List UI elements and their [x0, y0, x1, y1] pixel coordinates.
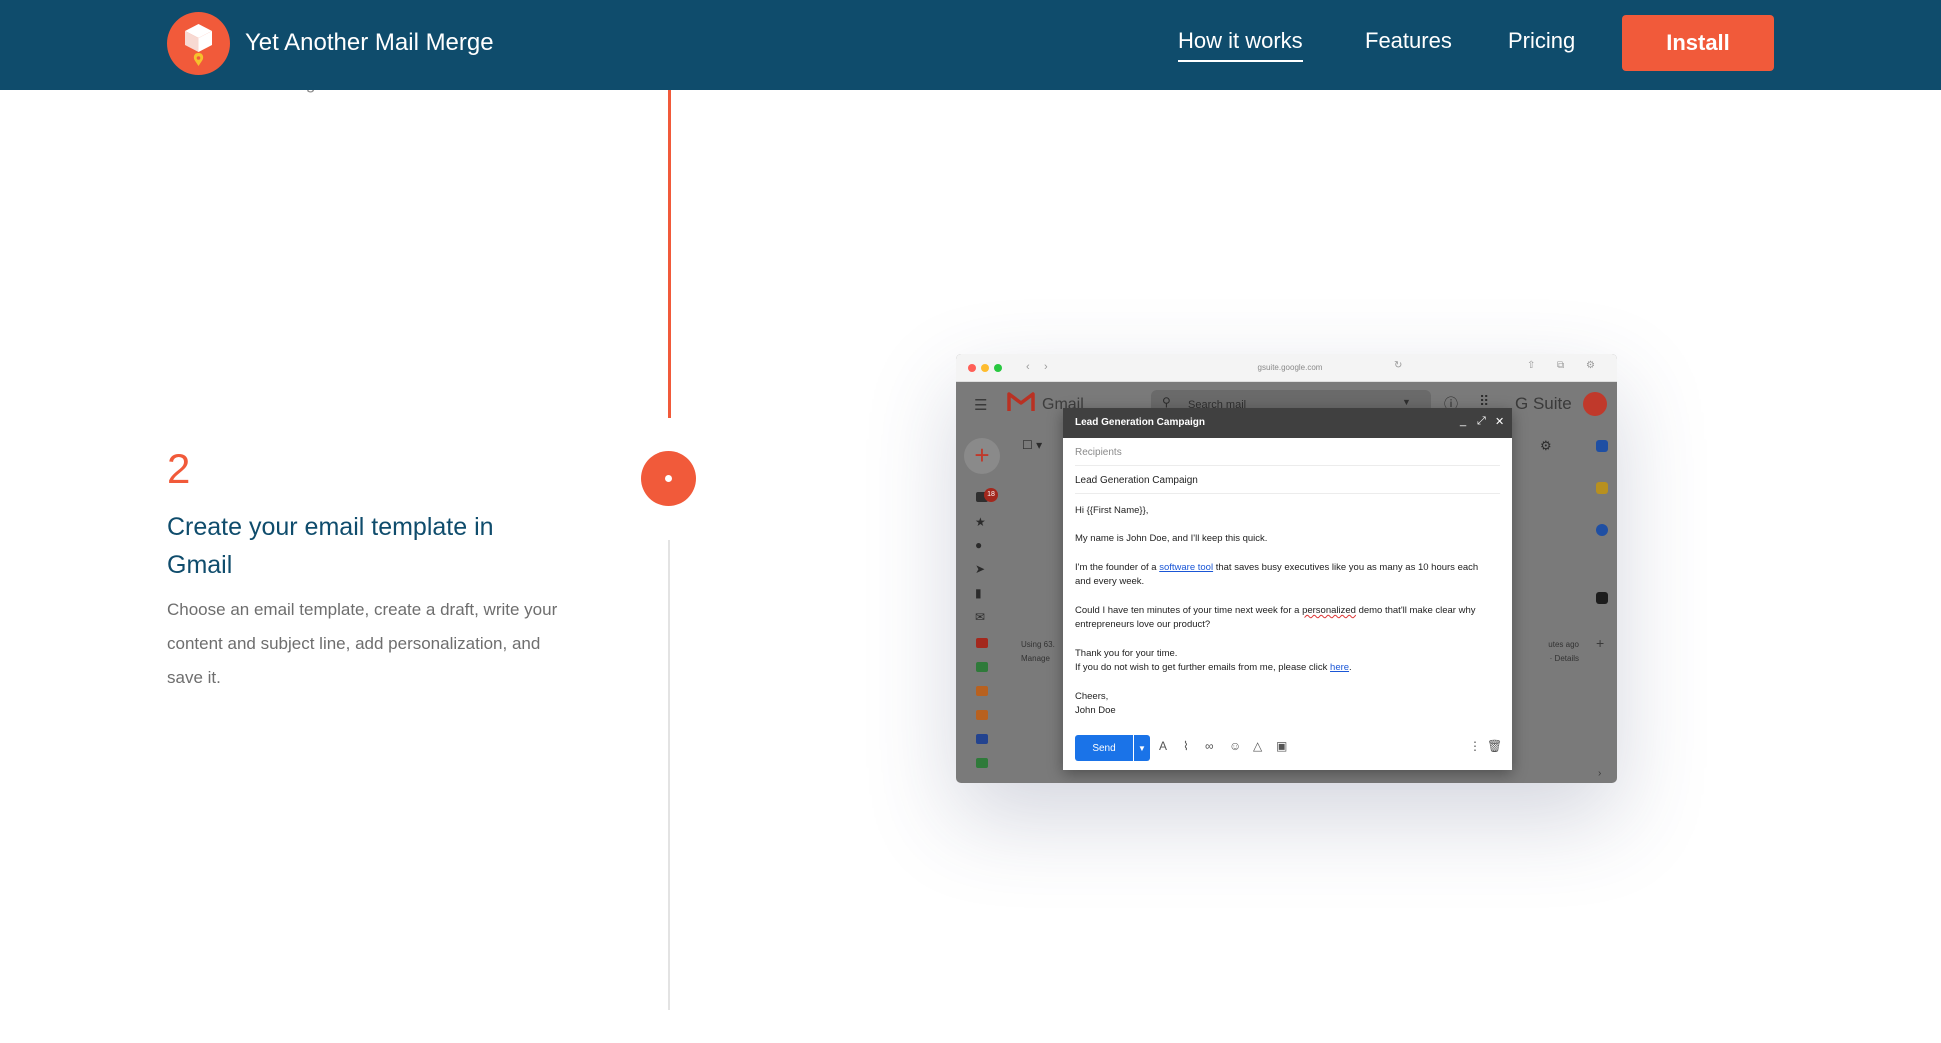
window-minimize-icon: [981, 364, 989, 372]
drafts-icon: ▮: [975, 586, 982, 600]
drive-icon: △: [1253, 739, 1263, 753]
step-indicator-dot: [641, 451, 696, 506]
email-signature: John Doe: [1075, 705, 1116, 716]
label-red-icon: [976, 638, 988, 648]
sent-icon: ➤: [975, 562, 986, 576]
unsubscribe-link: here: [1330, 662, 1350, 673]
compose-plus-icon: +: [964, 438, 1000, 474]
more-options-icon: ⋮: [1469, 739, 1481, 753]
email-unsubscribe-line: If you do not wish to get further emails…: [1075, 662, 1352, 673]
reload-icon: ↻: [1394, 360, 1403, 371]
window-close-icon: [968, 364, 976, 372]
email-greeting: Hi {{First Name}},: [1075, 505, 1149, 516]
label-orange-icon: [976, 710, 988, 720]
email-intro: My name is John Doe, and I'll keep this …: [1075, 533, 1268, 544]
browser-forward-icon: ›: [1044, 361, 1048, 373]
calendar-icon: [1596, 440, 1608, 452]
email-signoff: Cheers,: [1075, 691, 1109, 702]
share-icon: ⇧: [1527, 360, 1536, 371]
mail-icon: ✉: [975, 610, 986, 624]
compose-window: Lead Generation Campaign _ ⤢ ✕ Recipient…: [1063, 408, 1512, 770]
emoji-icon: ☺: [1229, 739, 1242, 753]
tabs-icon: ⧉: [1557, 360, 1565, 371]
keep-icon: [1596, 482, 1608, 494]
label-green-icon: [976, 758, 988, 768]
browser-chrome: ‹ › gsuite.google.com ↻ ⇧ ⧉ ⚙: [956, 354, 1617, 382]
subject-field: Lead Generation Campaign: [1075, 468, 1500, 494]
storage-info: Using 63. Manage: [1021, 640, 1055, 663]
compose-header: Lead Generation Campaign _ ⤢ ✕: [1063, 408, 1512, 438]
gear-icon: ⚙: [1540, 438, 1552, 453]
nav-how-it-works[interactable]: How it works: [1178, 28, 1303, 62]
email-ask-line-2: entrepreneurs love our product?: [1075, 619, 1211, 630]
expand-icon: ⤢: [1477, 415, 1486, 427]
gmail-logo-icon: [1007, 392, 1035, 411]
close-icon: ✕: [1495, 416, 1505, 428]
chevron-down-icon: ▼: [1402, 397, 1411, 407]
browser-back-icon: ‹: [1026, 361, 1030, 373]
email-founder-line-2: and every week.: [1075, 576, 1145, 587]
top-navbar: Yet Another Mail Merge How it works Feat…: [0, 0, 1941, 90]
inbox-count-badge: 18: [984, 488, 998, 502]
nav-pricing[interactable]: Pricing: [1508, 28, 1575, 54]
search-icon: ⚲: [1162, 395, 1171, 409]
account-activity: utes ago · Details: [1548, 640, 1579, 663]
send-button: Send: [1075, 735, 1133, 761]
trash-icon: 🗑: [1487, 739, 1503, 753]
insert-photo-icon: ▣: [1276, 739, 1288, 753]
hamburger-icon: ☰: [974, 397, 988, 414]
step-description: Choose an email template, create a draft…: [167, 600, 558, 687]
insert-link-icon: ∞: [1205, 739, 1214, 753]
nav-features[interactable]: Features: [1365, 28, 1452, 54]
gmail-screenshot: ‹ › gsuite.google.com ↻ ⇧ ⧉ ⚙ ☰ Gmail ⚲ …: [956, 354, 1617, 783]
send-options-chevron-icon: ▼: [1134, 735, 1150, 761]
label-orange-icon: [976, 686, 988, 696]
chevron-right-icon: ›: [1598, 768, 1602, 779]
software-tool-link: software tool: [1159, 562, 1214, 573]
label-blue-icon: [976, 734, 988, 744]
snoozed-clock-icon: ●: [975, 538, 983, 552]
email-ask-line: Could I have ten minutes of your time ne…: [1075, 605, 1476, 616]
compose-title: Lead Generation Campaign: [1075, 417, 1206, 428]
gsuite-label: G Suite: [1515, 394, 1572, 413]
recipients-field: Recipients: [1075, 440, 1500, 466]
install-button[interactable]: Install: [1622, 15, 1774, 71]
text-format-icon: A: [1159, 739, 1168, 753]
attach-icon: ⌇: [1183, 739, 1189, 753]
step-title: Create your email template in Gmail: [167, 513, 494, 579]
yamm-logo-icon[interactable]: [167, 12, 230, 75]
avatar: [1583, 392, 1607, 416]
timeline-remaining-line: [668, 540, 670, 1010]
add-addon-icon: +: [1596, 635, 1605, 651]
timeline-progress-line: [668, 90, 671, 418]
star-icon: ★: [975, 515, 986, 529]
select-all-checkbox-icon: ☐ ▾: [1022, 438, 1043, 452]
window-maximize-icon: [994, 364, 1002, 372]
minimize-icon: _: [1460, 415, 1467, 427]
settings-icon: ⚙: [1586, 360, 1595, 371]
email-founder-line: I'm the founder of a software tool that …: [1075, 562, 1479, 573]
bookmark-icon: [1596, 592, 1608, 604]
browser-url: gsuite.google.com: [1257, 363, 1323, 372]
brand-name[interactable]: Yet Another Mail Merge: [245, 29, 494, 57]
label-green-icon: [976, 662, 988, 672]
email-thanks: Thank you for your time.: [1075, 648, 1178, 659]
step-number: 2: [167, 445, 191, 492]
tasks-icon: [1596, 524, 1608, 536]
